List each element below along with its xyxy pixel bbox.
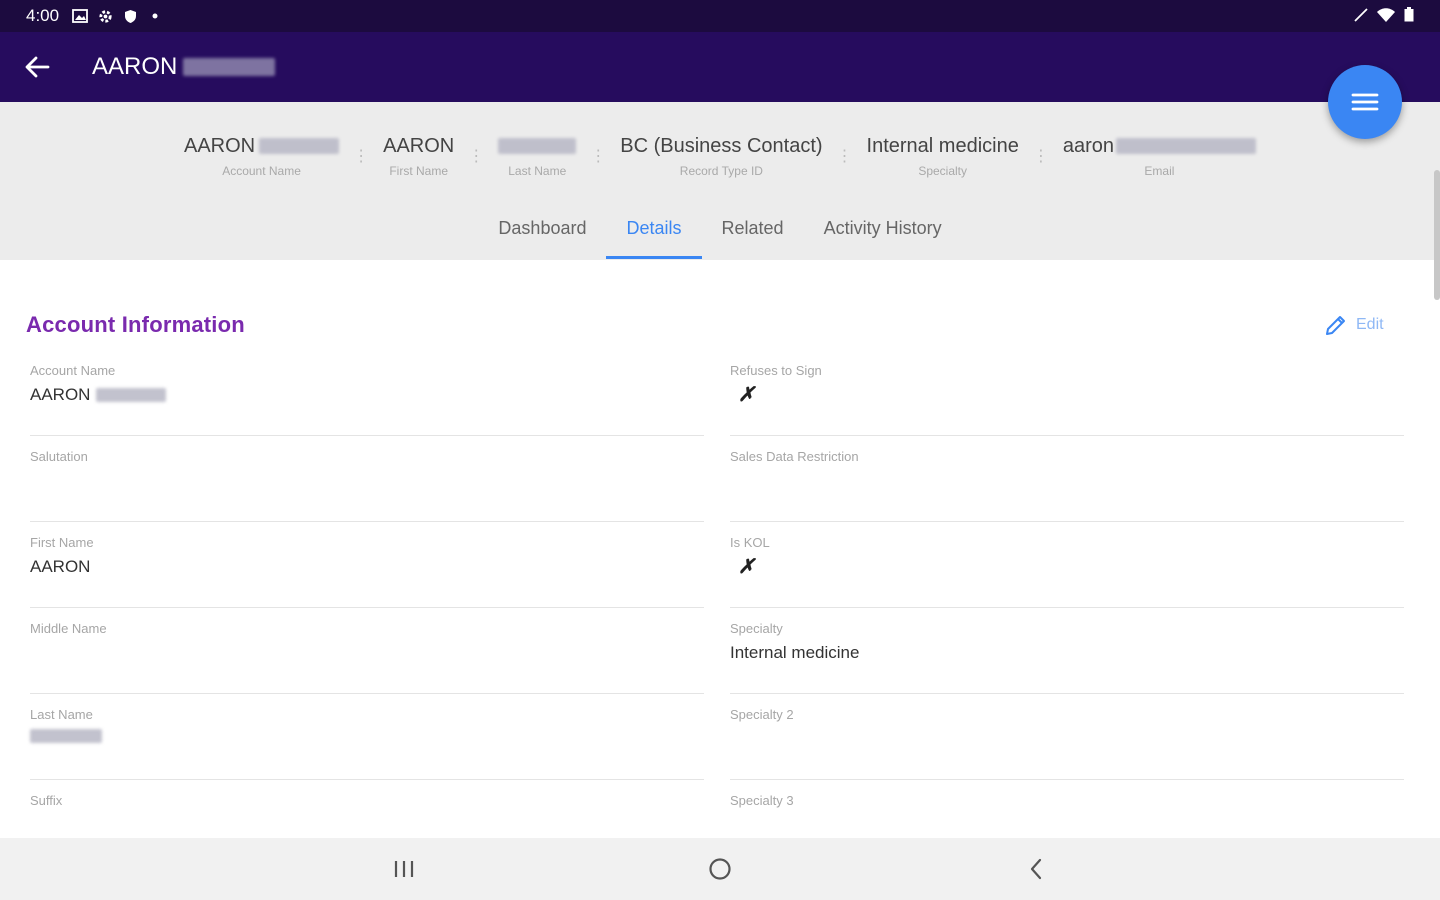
status-right-icons: [1354, 7, 1414, 26]
system-nav-bar: [0, 838, 1440, 900]
field-value: Internal medicine: [730, 643, 860, 662]
field-label: Refuses to Sign: [730, 363, 822, 378]
chevron-left-icon: [1030, 858, 1042, 880]
redacted-text: [259, 138, 340, 154]
field-label: Salutation: [30, 449, 88, 464]
field-label: Suffix: [30, 793, 63, 808]
field-specialty-2: Specialty 2: [730, 694, 1404, 780]
field-account-name: Account Name AARON: [30, 350, 704, 436]
gallery-icon: [71, 7, 89, 25]
field-label: Specialty 3: [730, 793, 794, 808]
field-last-name: Last Name: [30, 694, 704, 780]
summary-label: Account Name: [222, 164, 301, 178]
tab-details[interactable]: Details: [606, 210, 702, 259]
field-label: Last Name: [30, 707, 93, 722]
recent-apps-button[interactable]: [380, 838, 428, 900]
record-summary: AARON Account Name ⋮ AARON First Name ⋮ …: [0, 132, 1440, 178]
wifi-icon: [1376, 7, 1396, 26]
recent-apps-icon: [394, 861, 414, 877]
redacted-text: [183, 58, 276, 76]
summary-record-type: BC (Business Contact) Record Type ID: [612, 132, 830, 179]
summary-separator: ⋮: [353, 148, 370, 165]
left-field-column: Account Name AARON Salutation First Name…: [30, 350, 704, 866]
field-label: Specialty 2: [730, 707, 794, 722]
summary-value: aaron: [1062, 134, 1114, 157]
system-back-button[interactable]: [1012, 838, 1060, 900]
field-label: Middle Name: [30, 621, 107, 636]
field-salutation: Salutation: [30, 436, 704, 522]
edit-label: Edit: [1356, 316, 1384, 333]
right-field-column: Refuses to Sign ✗ Sales Data Restriction…: [730, 350, 1404, 866]
scrollbar-thumb[interactable]: [1434, 170, 1440, 300]
field-value: AARON: [30, 385, 167, 405]
field-label: Account Name: [30, 363, 116, 378]
page-title: AARON: [92, 53, 276, 81]
field-label: Is KOL: [730, 535, 770, 550]
redacted-text: [498, 138, 577, 154]
summary-email: aaron Email: [1055, 132, 1264, 178]
field-value-text: AARON: [30, 385, 91, 404]
home-circle-icon: [709, 858, 731, 880]
summary-first-name: AARON First Name: [375, 132, 462, 179]
menu-fab-button[interactable]: [1328, 65, 1402, 139]
tab-related[interactable]: Related: [702, 210, 804, 257]
section-title: Account Information: [26, 312, 245, 337]
summary-label: Specialty: [918, 164, 968, 178]
field-label: Specialty: [730, 621, 783, 636]
home-button[interactable]: [696, 838, 744, 900]
summary-label: Last Name: [508, 164, 567, 178]
field-specialty: Specialty Internal medicine: [730, 608, 1404, 694]
edit-button[interactable]: Edit: [1324, 313, 1384, 337]
summary-value: AARON: [183, 134, 256, 157]
status-time: 4:00: [26, 6, 60, 25]
unchecked-x-icon: ✗: [738, 556, 755, 578]
tab-bar: Dashboard Details Related Activity Histo…: [0, 210, 1440, 259]
summary-label: First Name: [389, 164, 448, 178]
field-first-name: First Name AARON: [30, 522, 704, 608]
field-sales-data-restriction: Sales Data Restriction: [730, 436, 1404, 522]
field-is-kol: Is KOL ✗: [730, 522, 1404, 608]
unchecked-x-icon: ✗: [738, 384, 755, 406]
field-label: First Name: [30, 535, 94, 550]
record-header: AARON Account Name ⋮ AARON First Name ⋮ …: [0, 102, 1440, 260]
page-title-text: AARON: [92, 53, 178, 80]
summary-separator: ⋮: [590, 148, 607, 165]
pencil-icon: [1326, 316, 1345, 335]
hamburger-menu-icon: [1351, 93, 1379, 111]
tab-dashboard[interactable]: Dashboard: [478, 210, 606, 257]
field-label: Sales Data Restriction: [730, 449, 859, 464]
summary-value: Internal medicine: [866, 134, 1019, 157]
summary-specialty: Internal medicine Specialty: [859, 132, 1027, 179]
redacted-text: [1116, 138, 1256, 154]
summary-value: AARON: [383, 134, 455, 157]
summary-separator: ⋮: [836, 148, 853, 165]
status-bar: 4:00: [0, 0, 1440, 32]
field-value: AARON: [30, 557, 91, 576]
app-bar: AARON: [0, 32, 1440, 102]
dot-icon: [146, 7, 164, 25]
battery-icon: [1404, 7, 1414, 25]
tab-activity-history[interactable]: Activity History: [804, 210, 962, 257]
summary-value: BC (Business Contact): [620, 134, 823, 157]
field-refuses-to-sign: Refuses to Sign ✗: [730, 350, 1404, 436]
summary-last-name: Last Name: [490, 132, 584, 178]
shield-icon: [121, 7, 139, 25]
redacted-text: [96, 388, 167, 402]
summary-separator: ⋮: [468, 148, 485, 165]
signal-icon: [1354, 7, 1368, 25]
summary-account-name: AARON Account Name: [176, 132, 347, 178]
summary-separator: ⋮: [1032, 148, 1049, 165]
redacted-text: [30, 729, 102, 743]
field-value: [30, 729, 102, 743]
settings-icon: [96, 7, 114, 25]
back-arrow-icon[interactable]: [2, 32, 72, 102]
summary-label: Email: [1144, 164, 1175, 178]
field-middle-name: Middle Name: [30, 608, 704, 694]
summary-label: Record Type ID: [679, 164, 763, 178]
